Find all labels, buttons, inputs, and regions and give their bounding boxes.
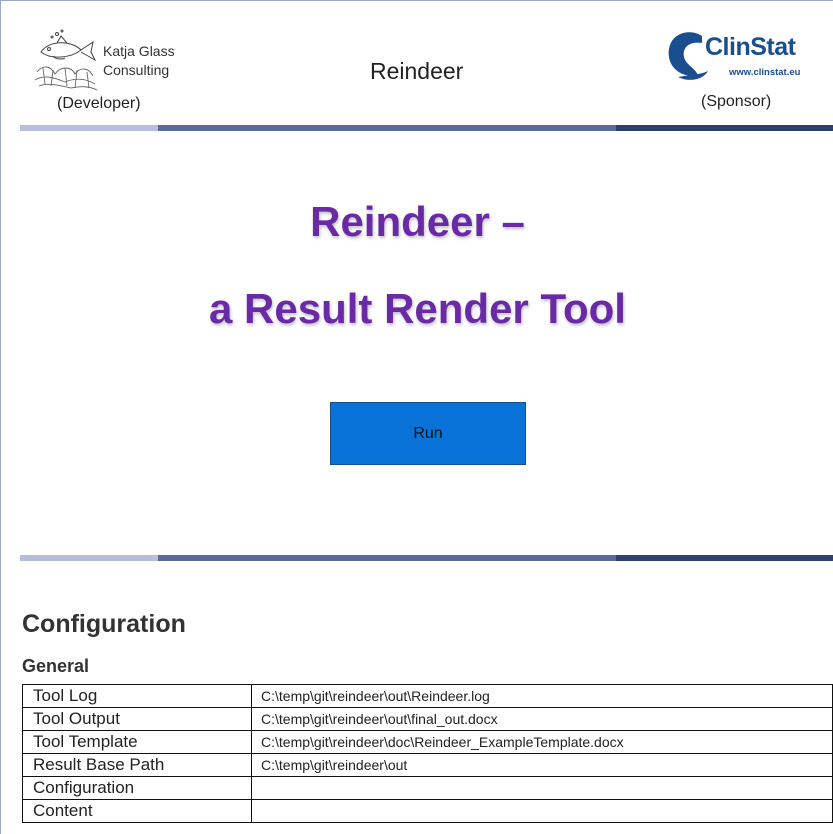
main-title-line1: Reindeer – [310,198,525,245]
header-title: Reindeer [370,58,464,84]
developer-role: (Developer) [57,95,141,112]
run-button[interactable]: Run [330,402,526,465]
general-heading: General [22,656,90,676]
developer-name-line1: Katja Glass [103,43,175,59]
table-row: Configuration [22,776,833,800]
config-value[interactable] [251,799,833,823]
sponsor-brand: ClinStat [705,33,796,61]
config-key: Tool Output [22,707,252,731]
sponsor-role: (Sponsor) [701,93,772,110]
table-row: Tool Template C:\temp\git\reindeer\doc\R… [22,730,833,754]
sponsor-url: www.clinstat.eu [729,67,801,78]
config-value[interactable]: C:\temp\git\reindeer\doc\Reindeer_Exampl… [251,730,833,754]
table-row: Result Base Path C:\temp\git\reindeer\ou… [22,753,833,777]
config-value[interactable] [251,776,833,800]
table-row: Tool Log C:\temp\git\reindeer\out\Reinde… [22,684,833,708]
config-key: Configuration [22,776,252,800]
general-config-table: Tool Log C:\temp\git\reindeer\out\Reinde… [22,684,833,823]
config-key: Content [22,799,252,823]
fish-logo-icon [34,29,98,91]
page-frame: Katja Glass Consulting (Developer) Reind… [0,0,833,834]
config-key: Tool Template [22,730,252,754]
section-divider [20,555,833,561]
config-value[interactable]: C:\temp\git\reindeer\out [251,753,833,777]
developer-name-line2: Consulting [103,62,170,78]
developer-name: Katja Glass Consulting [103,42,175,80]
table-row: Tool Output C:\temp\git\reindeer\out\fin… [22,707,833,731]
table-row: Content [22,799,833,823]
header-divider [20,125,833,131]
config-key: Result Base Path [22,753,252,777]
main-title-line2: a Result Render Tool [209,285,626,332]
configuration-heading: Configuration [22,610,186,638]
config-value[interactable]: C:\temp\git\reindeer\out\final_out.docx [251,707,833,731]
config-key: Tool Log [22,684,252,708]
config-value[interactable]: C:\temp\git\reindeer\out\Reindeer.log [251,684,833,708]
